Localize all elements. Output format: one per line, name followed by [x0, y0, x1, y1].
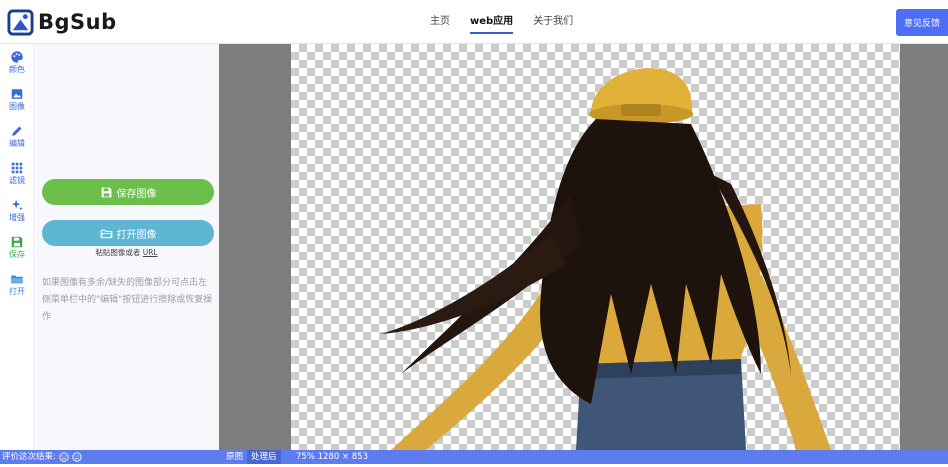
save-image-button[interactable]: 保存图像: [42, 179, 214, 205]
tab-processed[interactable]: 处理后: [247, 450, 281, 464]
cutout-image: [381, 68, 831, 450]
rate-label: 评价这次结果:: [2, 452, 56, 462]
status-bar: 评价这次结果: 原图 处理后 75% 1280 × 853: [0, 450, 948, 464]
nav-about[interactable]: 关于我们: [533, 0, 573, 44]
rail-label: 滤镜: [9, 176, 25, 185]
side-panel: 保存图像 打开图像 粘贴图像或者 URL 如果图像有多余/缺失的图像部分可点击左…: [34, 44, 219, 450]
rail-item-edit[interactable]: 编辑: [0, 118, 34, 155]
rail-item-enhance[interactable]: 增强: [0, 192, 34, 229]
paste-url-link[interactable]: URL: [143, 248, 158, 257]
top-header: BgSub 主页 web应用 关于我们 意见反馈: [0, 0, 948, 44]
nav-home[interactable]: 主页: [430, 0, 450, 44]
rail-item-open[interactable]: 打开: [0, 266, 34, 303]
logo[interactable]: BgSub: [7, 8, 117, 36]
rail-label: 颜色: [9, 65, 25, 74]
sparkle-icon: [11, 199, 23, 211]
rail-item-image[interactable]: 图像: [0, 81, 34, 118]
tool-rail: 颜色 图像 编辑 滤镜 增强 保存 打开: [0, 44, 34, 450]
save-icon: [101, 187, 111, 197]
rail-label: 增强: [9, 213, 25, 222]
folder-open-icon: [100, 229, 113, 238]
rail-item-color[interactable]: 颜色: [0, 44, 34, 81]
rail-item-save[interactable]: 保存: [0, 229, 34, 266]
rail-label: 图像: [9, 102, 25, 111]
paste-hint-text: 粘贴图像或者: [95, 248, 141, 257]
rail-label: 编辑: [9, 139, 25, 148]
paste-hint: 粘贴图像或者 URL: [34, 247, 219, 258]
logo-icon: [7, 8, 34, 36]
image-canvas[interactable]: [291, 44, 900, 450]
view-toggle: 原图 处理后: [222, 450, 281, 464]
nav-web-app[interactable]: web应用: [470, 0, 514, 44]
rail-item-filter[interactable]: 滤镜: [0, 155, 34, 192]
smile-icon[interactable]: [59, 452, 69, 462]
save-icon: [11, 236, 23, 248]
pencil-icon: [12, 126, 22, 136]
image-icon: [11, 89, 23, 99]
rating-group: 评价这次结果:: [2, 450, 82, 464]
logo-text: BgSub: [38, 10, 117, 34]
open-image-button[interactable]: 打开图像: [42, 220, 214, 246]
folder-icon: [11, 275, 23, 284]
rail-label: 打开: [9, 287, 25, 296]
zoom-size-readout: 75% 1280 × 853: [296, 452, 368, 462]
tab-original[interactable]: 原图: [222, 450, 247, 464]
frown-icon[interactable]: [72, 452, 82, 462]
canvas-area: [219, 44, 948, 450]
edit-tip-text: 如果图像有多余/缺失的图像部分可点击左侧菜单栏中的"编辑"按钮进行擦除或恢复操作: [42, 278, 213, 322]
open-image-label: 打开图像: [116, 229, 157, 241]
feedback-button[interactable]: 意见反馈: [896, 9, 948, 36]
save-image-label: 保存图像: [116, 188, 157, 200]
rail-label: 保存: [9, 250, 25, 259]
filter-icon: [11, 162, 23, 174]
palette-icon: [11, 51, 23, 63]
main-nav: 主页 web应用 关于我们: [420, 0, 583, 44]
